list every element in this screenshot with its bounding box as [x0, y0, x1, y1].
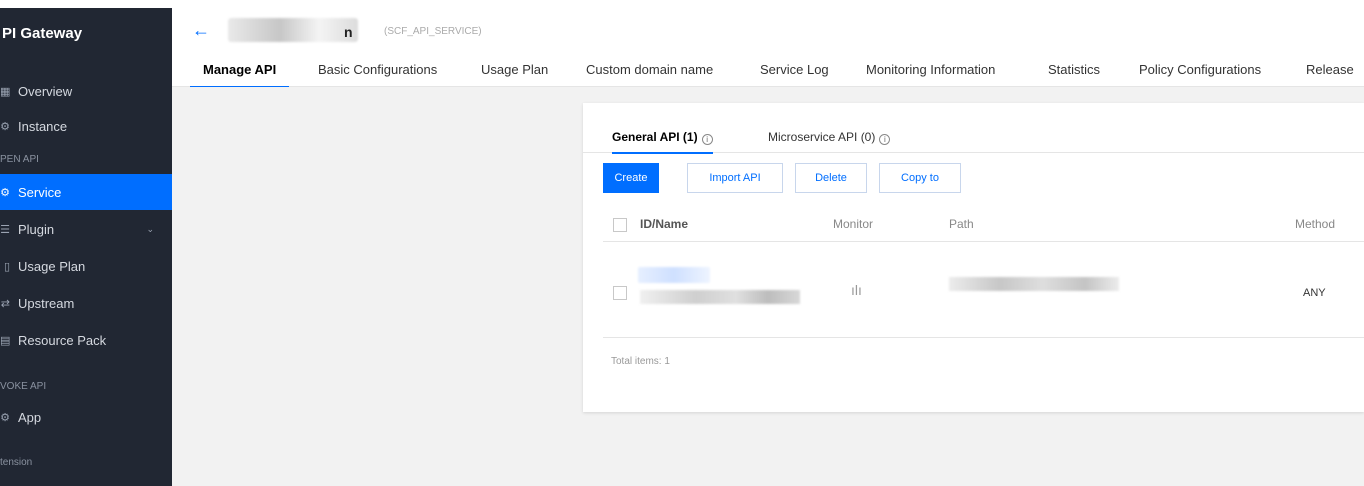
instance-icon: ⚙: [0, 120, 10, 133]
column-id-name[interactable]: ID/Name: [640, 217, 688, 231]
plugin-icon: ☰: [0, 223, 10, 236]
service-id: (SCF_API_SERVICE): [384, 26, 482, 37]
sidebar-item-label: App: [18, 409, 42, 425]
tab-statistics[interactable]: Statistics: [1048, 62, 1100, 88]
create-button[interactable]: Create: [603, 163, 659, 193]
sidebar-group-open-api: PEN API: [0, 154, 39, 165]
copy-to-button[interactable]: Copy to: [879, 163, 961, 193]
tab-general-api[interactable]: General API (1) i: [612, 130, 713, 154]
sidebar: PI Gateway ▦ Overview ⚙ Instance PEN API…: [0, 8, 172, 486]
api-list-card: General API (1) i Microservice API (0) i C…: [583, 103, 1364, 412]
tab-custom-domain-name[interactable]: Custom domain name: [586, 62, 713, 88]
sidebar-item-label: Usage Plan: [18, 258, 86, 274]
api-type-tabs: General API (1) i Microservice API (0) i: [583, 103, 1364, 154]
tab-release[interactable]: Release: [1306, 62, 1354, 88]
sidebar-item-plugin[interactable]: ☰ Plugin ⌄: [0, 211, 172, 247]
sidebar-item-instance[interactable]: ⚙ Instance: [0, 108, 172, 144]
tab-service-log[interactable]: Service Log: [760, 62, 829, 88]
resource-pack-icon: ▤: [0, 334, 10, 347]
info-icon[interactable]: i: [879, 134, 891, 145]
sidebar-item-label: Overview: [18, 83, 73, 99]
usage-plan-icon: ▯: [3, 260, 10, 273]
monitor-chart-icon[interactable]: ılı: [851, 282, 862, 298]
table-header: ID/Name Monitor Path Method: [603, 210, 1364, 242]
service-name-redacted: [228, 18, 358, 42]
sidebar-item-label: Plugin: [18, 221, 55, 237]
sidebar-item-label: Instance: [18, 118, 68, 134]
service-icon: ⚙: [0, 186, 10, 199]
info-icon[interactable]: i: [701, 134, 713, 145]
total-items: Total items: 1: [611, 356, 670, 367]
sidebar-item-label: Upstream: [18, 295, 75, 311]
column-method: Method: [1295, 217, 1336, 231]
sidebar-item-overview[interactable]: ▦ Overview: [0, 73, 172, 109]
sidebar-item-service[interactable]: ⚙ Service: [0, 174, 172, 210]
sidebar-group-invoke-api: VOKE API: [0, 381, 47, 392]
tab-basic-configurations[interactable]: Basic Configurations: [318, 62, 437, 88]
tab-policy-configurations[interactable]: Policy Configurations: [1139, 62, 1261, 88]
chevron-down-icon[interactable]: ⌄: [146, 224, 154, 235]
app-icon: ⚙: [0, 411, 10, 424]
tab-microservice-api[interactable]: Microservice API (0) i: [768, 130, 891, 145]
tab-usage-plan[interactable]: Usage Plan: [481, 62, 548, 88]
service-name: n: [344, 24, 353, 40]
sidebar-item-label: Resource Pack: [18, 332, 107, 348]
sidebar-item-label: Service: [18, 184, 62, 200]
tab-label: Microservice API (0): [768, 130, 876, 144]
column-path: Path: [949, 217, 974, 231]
api-id-redacted: [640, 290, 800, 304]
sidebar-item-usage-plan[interactable]: ▯ Usage Plan: [0, 248, 172, 284]
sidebar-item-resource-pack[interactable]: ▤ Resource Pack: [0, 322, 172, 358]
sidebar-group-extension: tension: [0, 457, 33, 468]
sidebar-item-app[interactable]: ⚙ App: [0, 399, 172, 435]
delete-button[interactable]: Delete: [795, 163, 867, 193]
service-header: ← n (SCF_API_SERVICE) Manage API Basic C…: [172, 8, 1364, 88]
select-all-checkbox[interactable]: [613, 218, 627, 232]
api-path-redacted: [949, 277, 1119, 291]
product-title: PI Gateway: [2, 25, 83, 42]
overview-icon: ▦: [0, 85, 10, 98]
tab-label: General API (1): [612, 130, 698, 144]
tab-monitoring-information[interactable]: Monitoring Information: [866, 62, 995, 88]
table-row: ılı ANY: [603, 242, 1364, 338]
upstream-icon: ⇄: [0, 297, 10, 310]
import-api-button[interactable]: Import API: [687, 163, 783, 193]
row-checkbox[interactable]: [613, 286, 627, 300]
api-name-link-redacted[interactable]: [638, 267, 710, 283]
back-arrow-icon[interactable]: ←: [192, 20, 210, 41]
tab-manage-api[interactable]: Manage API: [190, 62, 290, 88]
column-monitor: Monitor: [833, 217, 874, 231]
api-method: ANY: [1303, 287, 1326, 299]
sidebar-item-upstream[interactable]: ⇄ Upstream: [0, 285, 172, 321]
